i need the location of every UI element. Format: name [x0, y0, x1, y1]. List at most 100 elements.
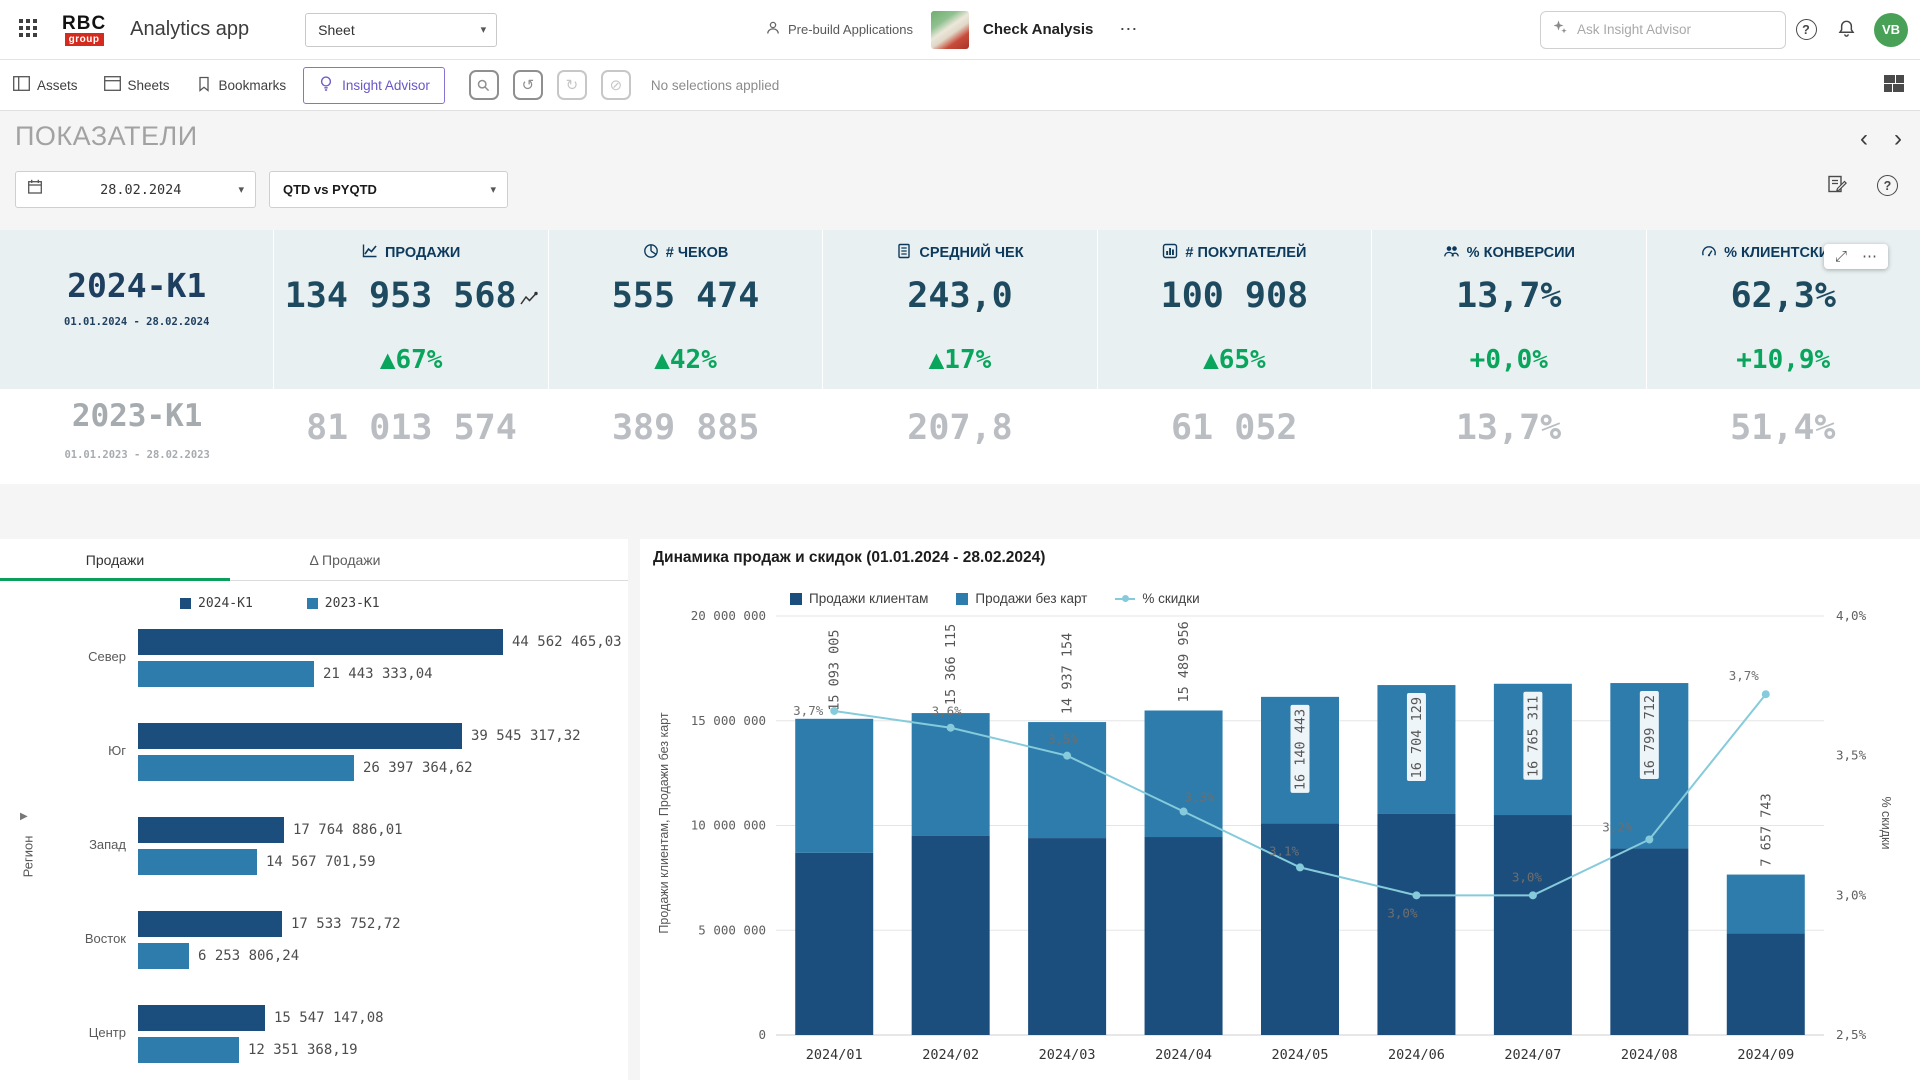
kpi-tile-avg-check: СРЕДНИЙ ЧЕК 243,0 ▲17% — [822, 230, 1096, 389]
category-label[interactable]: Восток — [0, 931, 126, 946]
notifications-button[interactable] — [1826, 10, 1866, 50]
insight-advisor-search[interactable] — [1540, 11, 1786, 49]
bar-total-label: 15 093 005 — [827, 630, 843, 711]
category-label[interactable]: Центр — [0, 1025, 126, 1040]
bar-client-sales[interactable] — [795, 853, 873, 1035]
comparison-filter[interactable]: QTD vs PYQTD ▾ — [269, 171, 508, 208]
app-menu-button[interactable] — [6, 8, 50, 52]
bar-no-card-sales[interactable] — [1145, 710, 1223, 837]
x-axis-label[interactable]: 2024/02 — [922, 1047, 979, 1063]
search-input[interactable] — [1577, 22, 1774, 37]
assets-button[interactable]: Assets — [0, 60, 91, 110]
sheet-selector[interactable]: Sheet ▾ — [305, 13, 497, 47]
grid-menu-icon — [19, 19, 37, 40]
line-point[interactable] — [830, 707, 838, 715]
calendar-icon — [27, 179, 43, 200]
region-bar[interactable] — [138, 911, 282, 937]
edit-sheet-button[interactable] — [1827, 174, 1847, 197]
bar-client-sales[interactable] — [1727, 933, 1805, 1035]
bar-client-sales[interactable] — [1145, 837, 1223, 1035]
next-sheet-button[interactable]: › — [1894, 127, 1902, 151]
bar-client-sales[interactable] — [1610, 849, 1688, 1035]
previous-period-label: 2023-К1 — [72, 397, 203, 435]
x-axis-label[interactable]: 2024/01 — [806, 1047, 863, 1063]
y-axis-tick: 10 000 000 — [691, 818, 766, 833]
clear-selections-button[interactable]: ⊘ — [601, 70, 631, 100]
document-title: Check Analysis — [983, 21, 1093, 38]
bar-total-label: 7 657 743 — [1758, 793, 1774, 866]
kpi-tile-checks: # ЧЕКОВ 555 474 ▲42% — [548, 230, 822, 389]
expand-button[interactable]: ⤢ — [1835, 249, 1847, 264]
user-avatar[interactable]: VB — [1874, 13, 1908, 47]
current-period-label: 2024-К1 — [67, 264, 206, 308]
x-axis-label[interactable]: 2024/05 — [1272, 1047, 1329, 1063]
region-bar[interactable] — [138, 723, 462, 749]
x-axis-label[interactable]: 2024/08 — [1621, 1047, 1678, 1063]
sheet-help-button[interactable]: ? — [1877, 175, 1898, 196]
chevron-down-icon: ▾ — [490, 183, 496, 196]
bookmarks-button[interactable]: Bookmarks — [183, 60, 300, 110]
line-point[interactable] — [1529, 891, 1537, 899]
prev-sheet-button[interactable]: ‹ — [1860, 127, 1868, 151]
x-axis-label[interactable]: 2024/03 — [1039, 1047, 1096, 1063]
region-bar[interactable] — [138, 1037, 239, 1063]
region-bar[interactable] — [138, 629, 503, 655]
bar-client-sales[interactable] — [1494, 815, 1572, 1035]
previous-value: 389 885 — [612, 407, 760, 449]
insight-advisor-icon — [318, 75, 334, 95]
region-bar[interactable] — [138, 943, 189, 969]
insight-advisor-button[interactable]: Insight Advisor — [303, 67, 445, 104]
bar-total-label: 15 366 115 — [943, 624, 959, 705]
line-point[interactable] — [1180, 808, 1188, 816]
region-bar[interactable] — [138, 755, 354, 781]
bar-client-sales[interactable] — [912, 836, 990, 1035]
object-menu-button[interactable]: ⋯ — [1862, 249, 1877, 264]
bar-value-label: 26 397 364,62 — [363, 760, 473, 776]
right-axis-tick: 3,5% — [1836, 748, 1867, 763]
line-point[interactable] — [1762, 690, 1770, 698]
pie-chart-icon — [643, 243, 659, 263]
line-point[interactable] — [1412, 891, 1420, 899]
y-axis-tick: 0 — [758, 1027, 766, 1042]
category-label[interactable]: Север — [0, 649, 126, 664]
region-bar[interactable] — [138, 1005, 265, 1031]
help-button[interactable]: ? — [1786, 10, 1826, 50]
bar-client-sales[interactable] — [1377, 814, 1455, 1035]
x-axis-label[interactable]: 2024/06 — [1388, 1047, 1445, 1063]
receipt-icon — [896, 243, 912, 263]
top-navbar: RBC group Analytics app Sheet ▾ Pre-buil… — [0, 0, 1920, 60]
category-label[interactable]: Юг — [0, 743, 126, 758]
sheets-icon — [104, 76, 121, 94]
line-point-label: 3,3% — [1185, 790, 1216, 805]
sheet-view-button[interactable] — [1884, 75, 1904, 96]
x-axis-label[interactable]: 2024/04 — [1155, 1047, 1212, 1063]
line-point[interactable] — [947, 724, 955, 732]
more-options-button[interactable]: ⋯ — [1119, 19, 1139, 40]
search-selections-button[interactable] — [469, 70, 499, 100]
region-bar[interactable] — [138, 661, 314, 687]
bar-client-sales[interactable] — [1028, 838, 1106, 1035]
app-thumbnail[interactable] — [931, 11, 969, 49]
bar-total-label: 16 765 311 — [1525, 696, 1541, 777]
line-point[interactable] — [1296, 863, 1304, 871]
bar-no-card-sales[interactable] — [1727, 875, 1805, 934]
step-forward-button[interactable]: ↻ — [557, 70, 587, 100]
bar-value-label: 6 253 806,24 — [198, 948, 299, 964]
line-point[interactable] — [1063, 752, 1071, 760]
chevron-down-icon: ▾ — [481, 23, 487, 36]
x-axis-label[interactable]: 2024/09 — [1737, 1047, 1794, 1063]
line-point[interactable] — [1645, 835, 1653, 843]
bar-no-card-sales[interactable] — [795, 719, 873, 853]
bar-value-label: 17 764 886,01 — [293, 822, 403, 838]
x-axis-label[interactable]: 2024/07 — [1504, 1047, 1561, 1063]
region-bar[interactable] — [138, 849, 257, 875]
bar-chart-icon — [1162, 243, 1178, 263]
sheets-button[interactable]: Sheets — [91, 60, 183, 110]
category-label[interactable]: Запад — [0, 837, 126, 852]
region-bar[interactable] — [138, 817, 284, 843]
prebuild-applications-link[interactable]: Pre-build Applications — [765, 20, 913, 39]
bar-value-label: 39 545 317,32 — [471, 728, 581, 744]
date-filter[interactable]: 28.02.2024 ▾ — [15, 171, 256, 208]
app-title: Analytics app — [130, 18, 249, 41]
step-back-button[interactable]: ↺ — [513, 70, 543, 100]
